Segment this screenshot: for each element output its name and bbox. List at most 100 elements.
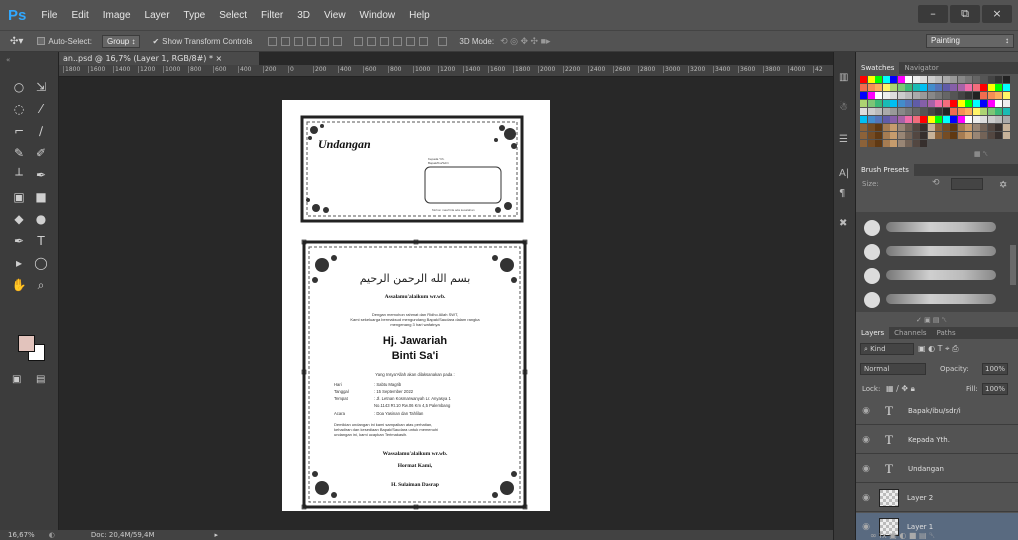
color-swatch[interactable] bbox=[890, 84, 897, 91]
filter-icons[interactable]: ▣ ◐ T ⌖ ⎙ bbox=[918, 344, 959, 354]
canvas-area[interactable]: Undangan Kepada Yth. Bapak/Ibu/Sdr/i Moh… bbox=[59, 77, 833, 530]
color-swatch[interactable] bbox=[972, 92, 980, 99]
color-swatch[interactable] bbox=[912, 132, 920, 139]
color-swatch[interactable] bbox=[987, 100, 995, 107]
color-swatch[interactable] bbox=[882, 140, 890, 147]
tab-brush-presets[interactable]: Brush Presets bbox=[856, 164, 914, 176]
color-swatch[interactable] bbox=[897, 108, 905, 115]
color-swatch[interactable] bbox=[882, 116, 890, 123]
color-swatch[interactable] bbox=[935, 76, 942, 83]
lasso-tool-icon[interactable]: ○ bbox=[8, 76, 30, 98]
menu-window[interactable]: Window bbox=[360, 10, 396, 21]
color-swatch[interactable] bbox=[972, 132, 980, 139]
brush-panel-icon[interactable]: ✡ bbox=[999, 180, 1007, 191]
color-swatch[interactable] bbox=[867, 116, 875, 123]
eyedropper-icon[interactable]: ∕ bbox=[30, 120, 52, 142]
color-swatch[interactable] bbox=[875, 100, 882, 107]
color-swatch[interactable] bbox=[860, 100, 867, 107]
color-swatch[interactable] bbox=[867, 84, 875, 91]
color-swatch[interactable] bbox=[920, 76, 927, 83]
color-swatch[interactable] bbox=[957, 100, 965, 107]
distribute-bottom-icon[interactable] bbox=[380, 36, 390, 46]
align-left-icon[interactable] bbox=[307, 36, 317, 46]
color-swatch[interactable] bbox=[980, 124, 987, 131]
distribute-hcenter-icon[interactable] bbox=[406, 36, 416, 46]
path-select-icon[interactable]: ▸ bbox=[8, 252, 30, 274]
clone-stamp-icon[interactable]: ┴ bbox=[8, 164, 30, 186]
color-swatch[interactable] bbox=[972, 100, 980, 107]
group-select[interactable]: Group ↕ bbox=[101, 34, 141, 48]
color-swatch[interactable] bbox=[912, 108, 920, 115]
color-swatch[interactable] bbox=[912, 76, 920, 83]
quick-select-icon[interactable]: ◌ bbox=[8, 98, 30, 120]
color-swatch[interactable] bbox=[980, 100, 987, 107]
color-swatch[interactable] bbox=[957, 84, 965, 91]
layer-row[interactable]: ◉ T Kepada Yth. bbox=[856, 426, 1018, 454]
eye-icon[interactable]: ◉ bbox=[858, 522, 874, 532]
brush-size-field[interactable] bbox=[951, 178, 983, 190]
color-swatch[interactable] bbox=[942, 108, 950, 115]
collapse-toolbox-icon[interactable]: « bbox=[6, 56, 10, 64]
align-top-icon[interactable] bbox=[268, 36, 278, 46]
color-swatch[interactable] bbox=[927, 92, 935, 99]
color-swatch[interactable] bbox=[897, 124, 905, 131]
color-swatch[interactable] bbox=[957, 76, 965, 83]
color-swatch[interactable] bbox=[987, 92, 995, 99]
history-brush-icon[interactable]: ✒ bbox=[30, 164, 52, 186]
color-swatch[interactable] bbox=[882, 76, 890, 83]
color-swatch[interactable] bbox=[1002, 124, 1010, 131]
actions-panel-icon[interactable]: ☃ bbox=[839, 102, 848, 113]
color-swatch[interactable] bbox=[890, 124, 897, 131]
color-swatch[interactable] bbox=[987, 76, 995, 83]
menu-file[interactable]: File bbox=[41, 10, 57, 21]
color-swatch[interactable] bbox=[950, 92, 957, 99]
color-swatch[interactable] bbox=[882, 92, 890, 99]
menu-edit[interactable]: Edit bbox=[71, 10, 88, 21]
color-swatch[interactable] bbox=[920, 84, 927, 91]
color-swatch[interactable] bbox=[980, 116, 987, 123]
color-swatch[interactable] bbox=[950, 124, 957, 131]
type-tool-icon[interactable]: T bbox=[30, 230, 52, 252]
color-swatch[interactable] bbox=[897, 100, 905, 107]
brush-tool-icon[interactable]: ✐ bbox=[30, 142, 52, 164]
color-swatch[interactable] bbox=[927, 116, 935, 123]
color-swatch[interactable] bbox=[920, 124, 927, 131]
color-swatch[interactable] bbox=[920, 140, 927, 147]
color-swatch[interactable] bbox=[927, 132, 935, 139]
tab-layers[interactable]: Layers bbox=[856, 327, 890, 339]
status-arrow-icon[interactable]: ▸ bbox=[215, 531, 219, 539]
color-swatch[interactable] bbox=[912, 92, 920, 99]
color-swatch[interactable] bbox=[875, 76, 882, 83]
color-swatch[interactable] bbox=[905, 116, 912, 123]
color-swatch[interactable] bbox=[867, 140, 875, 147]
zoom-tool-icon[interactable]: ⌕ bbox=[30, 274, 52, 296]
color-swatch[interactable] bbox=[972, 116, 980, 123]
color-swatch[interactable] bbox=[965, 108, 972, 115]
color-swatch[interactable] bbox=[957, 132, 965, 139]
color-swatch[interactable] bbox=[995, 124, 1002, 131]
color-swatch[interactable] bbox=[950, 84, 957, 91]
color-swatch[interactable] bbox=[935, 124, 942, 131]
color-swatch[interactable] bbox=[995, 108, 1002, 115]
color-swatch[interactable] bbox=[860, 140, 867, 147]
color-swatch[interactable] bbox=[897, 76, 905, 83]
color-swatch[interactable] bbox=[995, 100, 1002, 107]
color-swatch[interactable] bbox=[995, 116, 1002, 123]
menu-layer[interactable]: Layer bbox=[145, 10, 170, 21]
move-tool-icon[interactable]: ⇲ bbox=[30, 76, 52, 98]
color-swatch[interactable] bbox=[890, 140, 897, 147]
color-swatch[interactable] bbox=[927, 100, 935, 107]
color-swatch[interactable] bbox=[942, 124, 950, 131]
brush-preset-stroke[interactable] bbox=[886, 294, 996, 304]
color-swatch[interactable] bbox=[965, 100, 972, 107]
color-swatch[interactable] bbox=[995, 92, 1002, 99]
color-swatch[interactable] bbox=[875, 92, 882, 99]
color-swatch[interactable] bbox=[995, 84, 1002, 91]
show-transform-checkbox[interactable]: ✔ Show Transform Controls bbox=[152, 37, 252, 46]
reset-brush-icon[interactable]: ⟲ bbox=[932, 178, 940, 188]
color-swatch[interactable] bbox=[957, 124, 965, 131]
menu-help[interactable]: Help bbox=[409, 10, 430, 21]
workspace-select[interactable]: Painting ↕ bbox=[926, 34, 1014, 48]
layer-row[interactable]: ◉ Layer 2 bbox=[856, 484, 1018, 512]
document-tab[interactable]: an..psd @ 16,7% (Layer 1, RGB/8#) * × bbox=[59, 52, 259, 65]
